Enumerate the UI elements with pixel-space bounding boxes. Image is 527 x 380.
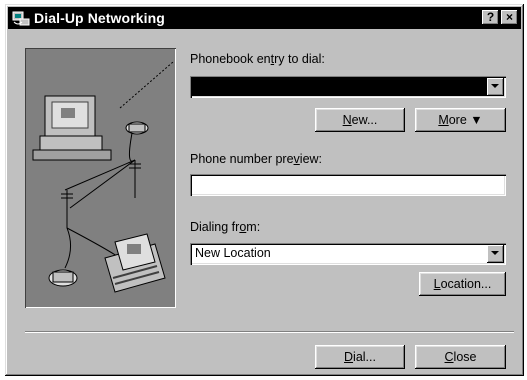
dialup-illustration xyxy=(25,48,176,308)
location-button[interactable]: Location... xyxy=(419,272,506,296)
separator xyxy=(25,331,514,333)
phone-number-preview-field[interactable] xyxy=(190,174,506,196)
new-button[interactable]: New... xyxy=(315,108,405,132)
chevron-down-icon[interactable] xyxy=(487,78,504,96)
dial-button[interactable]: Dial... xyxy=(315,345,405,369)
dialup-networking-icon xyxy=(12,11,30,26)
close-window-button[interactable]: × xyxy=(501,10,518,25)
phonebook-entry-select[interactable] xyxy=(190,76,506,98)
chevron-down-icon[interactable] xyxy=(487,245,504,263)
phonebook-label: Phonebook entry to dial: xyxy=(190,52,325,66)
title-bar[interactable]: Dial-Up Networking ? × xyxy=(8,7,521,29)
dialup-networking-window: Dial-Up Networking ? × Phonebook entry t… xyxy=(5,4,524,376)
help-button[interactable]: ? xyxy=(482,10,499,25)
close-button[interactable]: Close xyxy=(415,345,506,369)
network-illustration-image xyxy=(32,61,174,293)
more-button[interactable]: More ▼ xyxy=(415,108,506,132)
window-title: Dial-Up Networking xyxy=(34,10,165,26)
dialing-from-value: New Location xyxy=(195,246,271,260)
preview-label: Phone number preview: xyxy=(190,152,323,166)
more-arrow-icon: ▼ xyxy=(470,113,483,127)
dialing-from-label: Dialing from: xyxy=(190,220,261,234)
dialing-from-select[interactable]: New Location xyxy=(190,243,506,265)
